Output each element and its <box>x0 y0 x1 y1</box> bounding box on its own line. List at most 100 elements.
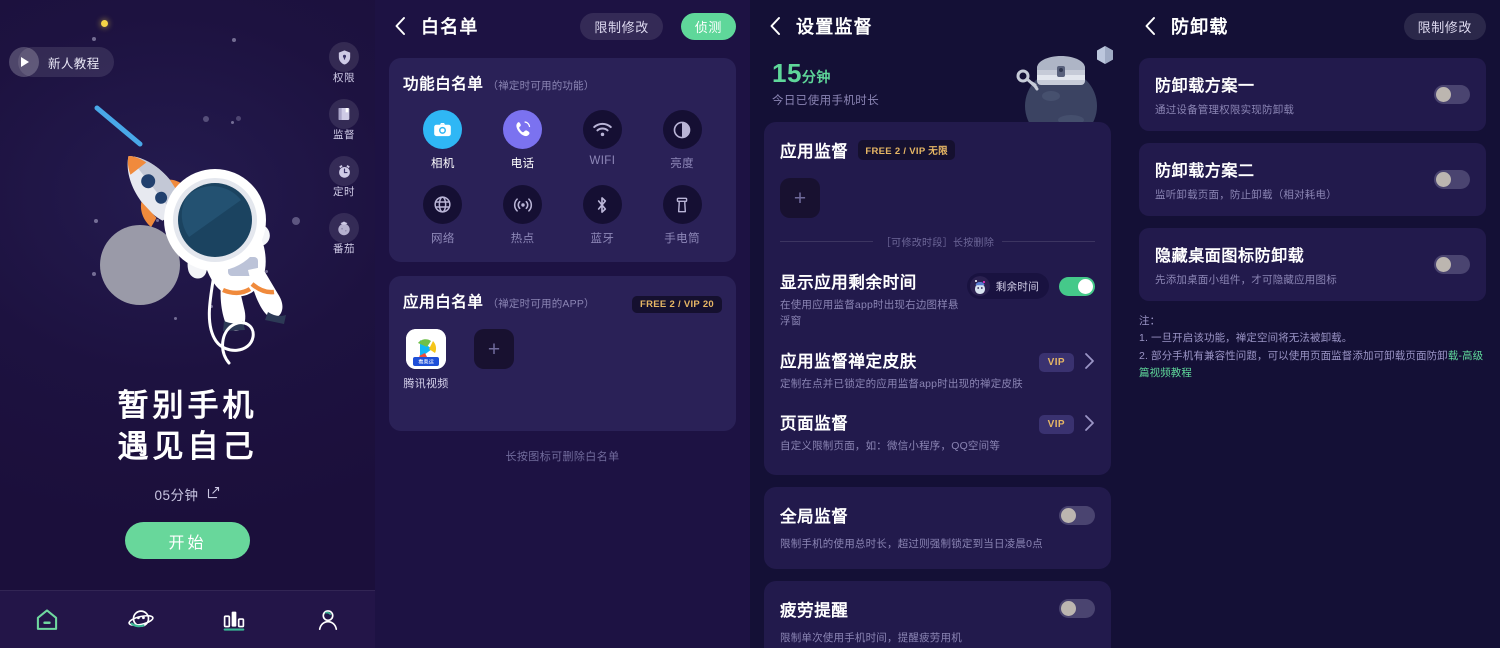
setting-row-remaining-time[interactable]: 显示应用剩余时间 在使用应用监督app时出现右边图样悬浮窗 剩余时间 <box>780 251 1095 330</box>
play-icon[interactable] <box>9 47 39 77</box>
card-header: 功能白名单 （禅定时可用的功能） <box>403 72 722 94</box>
start-button[interactable]: 开始 <box>125 522 250 559</box>
notes-block: 注： 1. 一旦开启该功能，禅定空间将无法被卸载。 2. 部分手机有兼容性问题，… <box>1139 313 1486 382</box>
feature-brightness[interactable]: 亮度 <box>642 110 722 171</box>
note-1: 1. 一旦开启该功能，禅定空间将无法被卸载。 <box>1139 332 1353 345</box>
tutorial-label: 新人教程 <box>48 56 100 71</box>
person-icon <box>318 609 338 630</box>
wifi-icon <box>582 110 622 149</box>
whitelist-hint: 长按图标可删除白名单 <box>505 451 620 463</box>
tencent-video-icon: 看奥运 <box>406 329 446 369</box>
chevron-right-icon[interactable] <box>1084 414 1095 435</box>
fatigue-reminder-card[interactable]: 疲劳提醒 限制单次使用手机时间，提醒疲劳用机 <box>764 580 1111 648</box>
chevron-left-icon[interactable] <box>1139 15 1161 37</box>
edit-pencil-icon[interactable] <box>206 485 221 503</box>
note-2-text: 2. 部分手机有兼容性问题，可以使用页面监督添加可卸载页面防卸 <box>1139 349 1448 362</box>
today-usage-unit: 分钟 <box>801 69 831 85</box>
anti-uninstall-row-1[interactable]: 防卸载方案一 通过设备管理权限实现防卸载 <box>1139 58 1486 131</box>
chevron-right-icon[interactable] <box>1084 352 1095 373</box>
setting-title: 防卸载方案二 <box>1155 163 1255 180</box>
flashlight-icon <box>662 185 702 224</box>
plus-icon: + <box>793 186 807 210</box>
feature-label: 网络 <box>430 233 455 245</box>
side-tool-permission[interactable]: 权限 <box>329 42 359 85</box>
feature-wifi[interactable]: WIFI <box>563 110 643 171</box>
feature-label: 相机 <box>430 158 455 170</box>
shield-lock-icon <box>329 42 359 72</box>
setting-title: 全局监督 <box>780 508 849 526</box>
page-title: 设置监督 <box>796 17 873 37</box>
setting-title: 防卸载方案一 <box>1155 78 1255 95</box>
globe-icon <box>423 185 463 224</box>
card-subtitle: （禅定时可用的APP） <box>487 298 595 310</box>
app-whitelist-card: 应用白名单 （禅定时可用的APP） FREE 2 / VIP 20 看奥运 腾讯… <box>389 276 736 431</box>
setting-title: 隐藏桌面图标防卸载 <box>1155 248 1305 265</box>
setting-row-zen-skin[interactable]: 应用监督禅定皮肤 定制在点并已锁定的应用监督app时出现的禅定皮肤 VIP <box>780 330 1095 393</box>
fatigue-reminder-row: 疲劳提醒 <box>780 597 1095 621</box>
plus-icon: + <box>474 329 514 369</box>
page-slogan: 暂别手机 遇见自己 <box>0 385 375 467</box>
page-title: 防卸载 <box>1171 17 1229 37</box>
add-app-button[interactable]: + <box>471 329 517 369</box>
vip-badge: VIP <box>1038 415 1074 435</box>
toggle-anti-uninstall-3[interactable] <box>1434 255 1470 274</box>
feature-label: WIFI <box>589 155 616 167</box>
toggle-fatigue-reminder[interactable] <box>1059 599 1095 619</box>
toggle-anti-uninstall-2[interactable] <box>1434 170 1470 189</box>
feature-hotspot[interactable]: 热点 <box>483 185 563 246</box>
feature-label: 蓝牙 <box>590 233 615 245</box>
screenshot-root: 新人教程 权限 监督 定时 番茄 暂别手机 遇见自己 05分钟 开始 白名单 限… <box>0 0 1500 648</box>
setting-row-page-supervision[interactable]: 页面监督 自定义限制页面，如：微信小程序，QQ空间等 VIP <box>780 392 1095 461</box>
feature-camera[interactable]: 相机 <box>403 110 483 171</box>
toggle-remaining-time[interactable] <box>1059 276 1095 296</box>
star <box>232 38 236 42</box>
toggle-anti-uninstall-1[interactable] <box>1434 85 1470 104</box>
feature-bluetooth[interactable]: 蓝牙 <box>563 185 643 246</box>
note-2: 2. 部分手机有兼容性问题，可以使用页面监督添加可卸载页面防卸载-高级篇视频教程 <box>1139 348 1486 383</box>
yellow-star-icon <box>101 20 108 27</box>
feature-network[interactable]: 网络 <box>403 185 483 246</box>
card-title: 功能白名单 <box>403 76 484 93</box>
anti-uninstall-row-3[interactable]: 隐藏桌面图标防卸载 先添加桌面小组件，才可隐藏应用图标 <box>1139 228 1486 301</box>
notes-heading: 注： <box>1139 315 1161 327</box>
feature-phone[interactable]: 电话 <box>483 110 563 171</box>
setting-title: 页面监督 <box>780 415 849 434</box>
slogan-line-2: 遇见自己 <box>117 429 258 465</box>
setting-title: 疲劳提醒 <box>780 601 849 620</box>
bar-chart-icon <box>224 611 245 631</box>
toggle-global-supervision[interactable] <box>1059 505 1095 525</box>
phone-icon <box>503 110 543 149</box>
app-label: 腾讯视频 <box>403 378 449 390</box>
card-title: 应用白名单 <box>403 294 484 311</box>
chevron-left-icon[interactable] <box>764 15 786 37</box>
duration-row[interactable]: 05分钟 <box>0 484 375 504</box>
restrict-modify-button[interactable]: 限制修改 <box>1403 12 1486 40</box>
setting-subtitle: 定制在点并已锁定的应用监督app时出现的禅定皮肤 <box>780 377 1023 390</box>
setting-subtitle: 自定义限制页面，如：微信小程序，QQ空间等 <box>780 440 1001 453</box>
feature-grid: 相机 电话 WIFI 亮度 网络 热点 蓝牙 手电筒 <box>403 110 722 246</box>
anti-uninstall-row-2[interactable]: 防卸载方案二 监听卸载页面，防止卸载（相对耗电） <box>1139 143 1486 216</box>
app-item[interactable]: 看奥运 腾讯视频 <box>403 329 449 391</box>
add-supervised-app-button[interactable]: + <box>780 178 820 218</box>
global-supervision-card[interactable]: 全局监督 限制手机的使用总时长，超过则强制锁定到当日凌晨0点 <box>764 487 1111 569</box>
feature-label: 热点 <box>510 233 535 245</box>
bluetooth-icon <box>582 185 622 224</box>
detect-button[interactable]: 侦测 <box>680 12 736 40</box>
svg-text:看奥运: 看奥运 <box>418 358 434 366</box>
tab-stats[interactable] <box>188 591 282 648</box>
card-header: 应用白名单 （禅定时可用的APP） FREE 2 / VIP 20 <box>403 290 722 313</box>
app-supervision-header: 应用监督 FREE 2 / VIP 无限 <box>780 138 1095 162</box>
tab-home[interactable] <box>0 591 94 648</box>
setting-subtitle: 监听卸载页面，防止卸载（相对耗电） <box>1155 189 1337 201</box>
app-list: 看奥运 腾讯视频 + <box>403 329 722 391</box>
bottom-tabbar <box>0 590 375 648</box>
duration-value: 05分钟 <box>154 488 199 503</box>
section-title: 应用监督 <box>780 143 849 161</box>
tab-planet[interactable] <box>94 591 188 648</box>
astronaut-illustration <box>94 105 286 365</box>
restrict-modify-button[interactable]: 限制修改 <box>580 12 663 40</box>
feature-flashlight[interactable]: 手电筒 <box>642 185 722 246</box>
screen-anti-uninstall: 防卸载 限制修改 防卸载方案一 通过设备管理权限实现防卸载 防卸载方案二 监听卸… <box>1125 0 1500 648</box>
tab-profile[interactable] <box>281 591 375 648</box>
chevron-left-icon[interactable] <box>389 15 411 37</box>
